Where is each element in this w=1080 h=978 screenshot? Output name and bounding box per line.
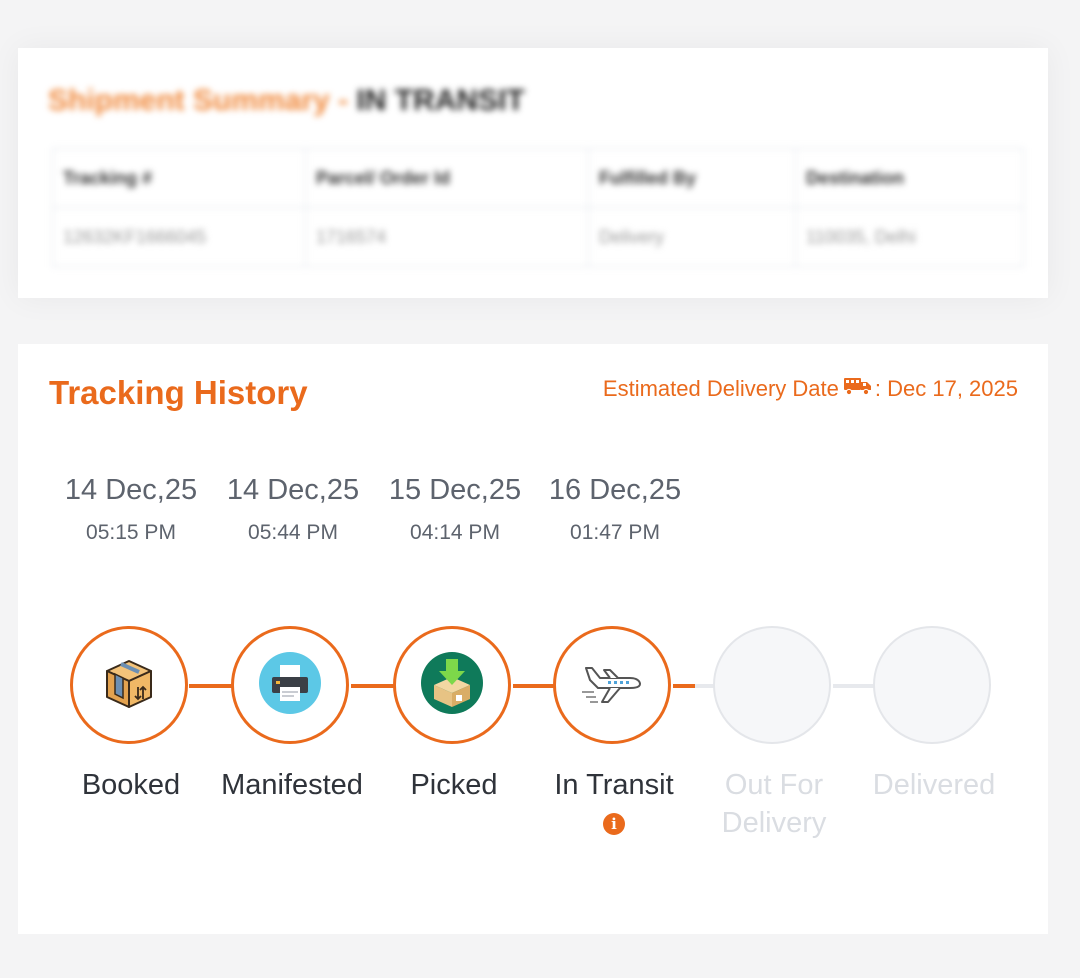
summary-title-prefix: Shipment Summary -: [48, 84, 357, 117]
step-label-delivered: Delivered: [872, 769, 996, 801]
column-header-order-id: Parcel/ Order Id: [305, 148, 589, 208]
step-label-out-for-delivery: Out For Delivery: [689, 766, 859, 842]
step-timestamp-picked: 15 Dec,25 04:14 PM: [375, 474, 535, 545]
step-date: 14 Dec,25: [226, 474, 360, 506]
step-date: 16 Dec,25: [548, 474, 682, 506]
step-circle-manifested[interactable]: [231, 626, 349, 744]
step-timestamp-manifested: 14 Dec,25 05:44 PM: [213, 474, 373, 545]
connector-booked-manifested: [189, 684, 233, 688]
step-time: 01:47 PM: [570, 521, 660, 544]
connector-picked-in-transit: [513, 684, 557, 688]
printer-icon: [258, 651, 322, 720]
step-circle-out-for-delivery: [713, 626, 831, 744]
airplane-icon: [580, 658, 644, 713]
delivery-truck-icon: [839, 376, 875, 402]
step-label-booked: Booked: [81, 769, 181, 801]
summary-status: IN TRANSIT: [356, 84, 525, 117]
order-id-cell: 1716574: [305, 207, 589, 267]
tracking-history-title: Tracking History: [49, 374, 308, 411]
step-timestamp-booked: 14 Dec,25 05:15 PM: [51, 474, 211, 545]
step-circle-booked[interactable]: [70, 626, 188, 744]
column-header-fulfilled-by: Fulfilled By: [588, 148, 796, 208]
step-time: 05:44 PM: [248, 521, 338, 544]
shipment-summary-table: Tracking # Parcel/ Order Id Fulfilled By…: [52, 148, 1024, 267]
tracking-history-card: Tracking History Estimated Delivery Date…: [18, 344, 1048, 934]
step-label-picked: Picked: [410, 769, 498, 801]
step-label-manifested: Manifested: [221, 769, 363, 801]
step-label-in-transit: In Transit: [554, 769, 674, 801]
connector-in-transit-progress: [673, 684, 695, 688]
estimated-delivery: Estimated Delivery Date : Dec 17, 2025: [603, 376, 1018, 402]
label-line: Delivery: [721, 807, 827, 839]
step-time: 04:14 PM: [410, 521, 500, 544]
eta-value: : Dec 17, 2025: [874, 376, 1018, 401]
destination-cell: 110035, Delhi: [795, 207, 1024, 267]
shipment-summary-card: Shipment Summary - IN TRANSIT Tracking #…: [18, 48, 1048, 298]
eta-label: Estimated Delivery Date: [602, 376, 839, 401]
fulfilled-by-cell: Delivery: [588, 207, 796, 267]
column-header-tracking: Tracking #: [52, 148, 306, 208]
connector-out-for-delivery-delivered: [833, 684, 877, 688]
step-circle-picked[interactable]: [393, 626, 511, 744]
shipment-summary-title: Shipment Summary - IN TRANSIT: [48, 84, 525, 118]
page: Shipment Summary - IN TRANSIT Tracking #…: [0, 0, 1080, 978]
step-time: 05:15 PM: [86, 521, 176, 544]
table-row: 12632KF1666045 1716574 Delivery 110035, …: [52, 207, 1024, 267]
step-circle-in-transit[interactable]: [553, 626, 671, 744]
step-date: 14 Dec,25: [64, 474, 198, 506]
label-line: Out For: [724, 769, 824, 801]
step-timestamp-in-transit: 16 Dec,25 01:47 PM: [535, 474, 695, 545]
step-date: 15 Dec,25: [388, 474, 522, 506]
connector-manifested-picked: [351, 684, 395, 688]
package-pickup-icon: [420, 651, 484, 720]
table-header-row: Tracking # Parcel/ Order Id Fulfilled By…: [52, 148, 1024, 208]
column-header-destination: Destination: [795, 148, 1024, 208]
step-circle-delivered: [873, 626, 991, 744]
info-icon[interactable]: i: [603, 813, 625, 835]
box-icon: [99, 653, 159, 718]
tracking-number-cell[interactable]: 12632KF1666045: [52, 207, 306, 267]
